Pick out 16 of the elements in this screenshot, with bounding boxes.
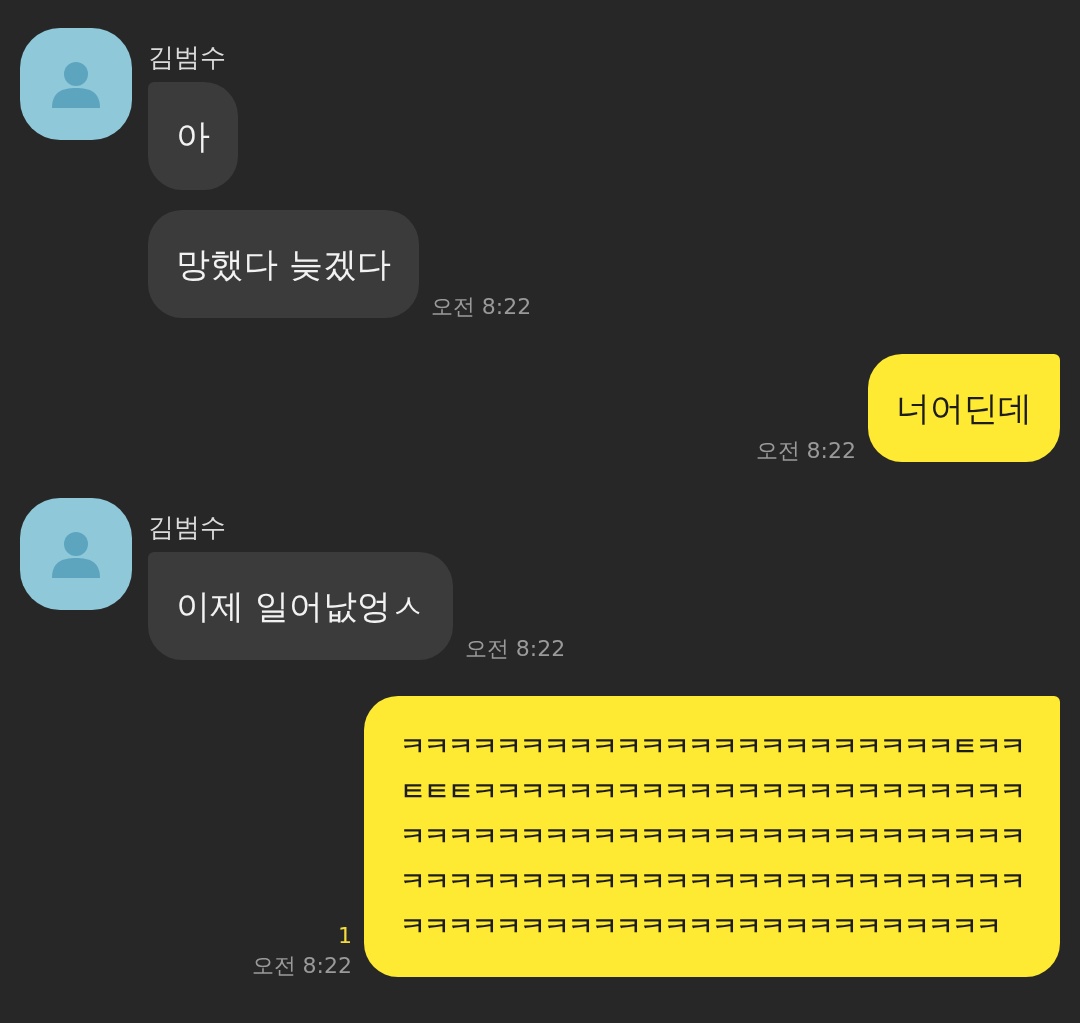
sender-name: 김범수	[148, 44, 227, 70]
message-time: 오전 8:22	[430, 296, 532, 318]
message-time: 오전 8:22	[251, 955, 352, 977]
message-text: ㅋㅋㅋㅋㅋㅋㅋㅋㅋㅋㅋㅋㅋㅋㅋㅋㅋㅋㅋㅋㅋㅋㅋㅋㅋㅋ	[400, 820, 1024, 853]
message-bubble: 아	[148, 82, 238, 190]
message-text: ㅋㅋㅋㅋㅋㅋㅋㅋㅋㅋㅋㅋㅋㅋㅋㅋㅋㅋㅋㅋㅋㅋㅋㅋㅋ	[400, 910, 1001, 943]
sender-name: 김범수	[148, 514, 227, 540]
message-time: 오전 8:22	[464, 638, 566, 660]
message-text: ㅌㅌㅌㅋㅋㅋㅋㅋㅋㅋㅋㅋㅋㅋㅋㅋㅋㅋㅋㅋㅋㅋㅋㅋㅋㅋ	[400, 775, 1024, 808]
unread-count: 1	[338, 925, 352, 947]
message-bubble: 망했다 늦겠다	[148, 210, 419, 318]
message-text: ㅋㅋㅋㅋㅋㅋㅋㅋㅋㅋㅋㅋㅋㅋㅋㅋㅋㅋㅋㅋㅋㅋㅋㅋㅋㅋ	[400, 865, 1024, 898]
message-time: 오전 8:22	[755, 440, 856, 462]
message-bubble: 이제 일어낪엉ㅅ	[148, 552, 453, 660]
message-text: ㅋㅋㅋㅋㅋㅋㅋㅋㅋㅋㅋㅋㅋㅋㅋㅋㅋㅋㅋㅋㅋㅋㅋㅌㅋㅋ	[400, 730, 1024, 763]
message-bubble: 너어딘데	[868, 354, 1060, 462]
